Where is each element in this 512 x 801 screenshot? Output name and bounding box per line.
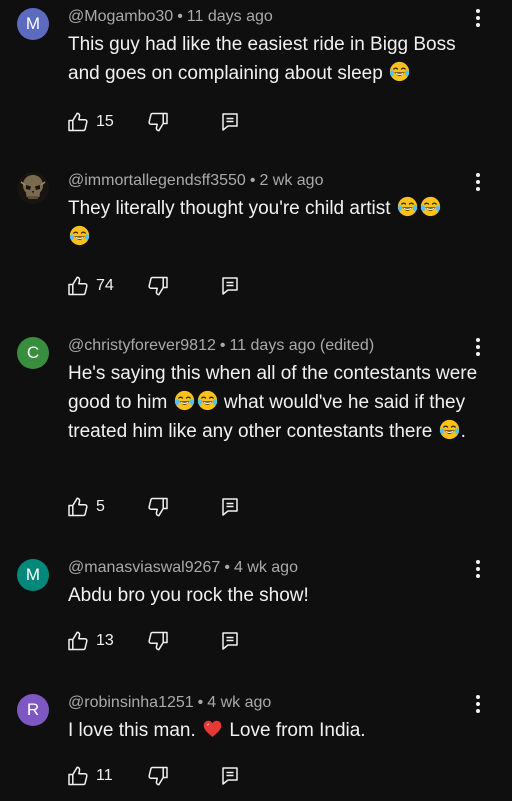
- timestamp[interactable]: 4 wk ago: [234, 559, 298, 576]
- like-button[interactable]: 74: [66, 274, 114, 298]
- more-vert-icon[interactable]: [468, 690, 488, 718]
- reply-icon: [222, 113, 238, 131]
- reply-icon: [222, 632, 238, 650]
- comment-text: He's saying this when all of the contest…: [68, 363, 478, 442]
- reply-button[interactable]: [218, 495, 242, 524]
- thumbs-up-icon: [68, 631, 88, 651]
- thumbs-up-icon: [68, 497, 88, 517]
- separator: •: [249, 172, 256, 189]
- dislike-button[interactable]: [146, 629, 170, 658]
- comment-actions: 74: [66, 274, 266, 300]
- comment-meta: @christyforever9812 • 11 days ago (edited): [68, 337, 374, 355]
- comment-text: I love this man. Love from India.: [68, 720, 366, 741]
- dislike-button[interactable]: [146, 495, 170, 524]
- comment-actions: 15: [66, 110, 266, 136]
- face-with-tears-of-joy-emoji: [389, 61, 410, 82]
- thumbs-down-icon: [148, 112, 168, 132]
- username[interactable]: @christyforever9812: [68, 337, 216, 354]
- comment-meta: @manasviaswal9267 • 4 wk ago: [68, 559, 298, 577]
- dislike-button[interactable]: [146, 110, 170, 139]
- face-with-tears-of-joy-emoji: [197, 390, 217, 411]
- thumbs-down-icon: [148, 497, 168, 517]
- timestamp[interactable]: 4 wk ago: [207, 694, 271, 711]
- separator: •: [224, 559, 230, 576]
- reply-icon: [222, 277, 238, 295]
- skull-avatar-icon: [17, 172, 49, 204]
- comment-actions: 11: [66, 764, 266, 790]
- reply-button[interactable]: [218, 110, 242, 139]
- thumbs-down-icon: [148, 276, 168, 296]
- comment-meta: @robinsinha1251 • 4 wk ago: [68, 694, 271, 712]
- face-with-tears-of-joy-emoji: [439, 419, 459, 440]
- reply-button[interactable]: [218, 629, 242, 658]
- comment-text: This guy had like the easiest ride in Bi…: [68, 34, 456, 84]
- username[interactable]: @Mogambo30: [68, 8, 173, 25]
- comment-text: They literally thought you're child arti…: [68, 194, 478, 252]
- dislike-button[interactable]: [146, 274, 170, 303]
- timestamp[interactable]: 2 wk ago: [259, 172, 323, 189]
- like-button[interactable]: 11: [66, 764, 113, 788]
- reply-icon: [222, 767, 238, 785]
- like-button[interactable]: 13: [66, 629, 114, 653]
- thumbs-up-icon: [68, 766, 88, 786]
- avatar[interactable]: R: [17, 694, 49, 726]
- comment-actions: 13: [66, 629, 266, 655]
- more-vert-icon[interactable]: [468, 4, 488, 32]
- separator: •: [177, 8, 183, 25]
- avatar[interactable]: C: [17, 337, 49, 369]
- username[interactable]: @robinsinha1251: [68, 694, 194, 711]
- like-button[interactable]: 5: [66, 495, 105, 519]
- like-count: 74: [96, 277, 114, 294]
- comment-meta: @immortallegendsff3550 • 2 wk ago: [68, 172, 323, 190]
- avatar[interactable]: [17, 172, 49, 204]
- like-button[interactable]: 15: [66, 110, 114, 134]
- like-count: 11: [96, 767, 113, 784]
- thumbs-up-icon: [68, 112, 88, 132]
- reply-button[interactable]: [218, 274, 242, 303]
- separator: •: [219, 337, 226, 354]
- more-vert-icon[interactable]: [468, 333, 488, 361]
- thumbs-down-icon: [148, 631, 168, 651]
- comment-meta: @Mogambo30 • 11 days ago: [68, 8, 273, 26]
- avatar[interactable]: M: [17, 559, 49, 591]
- avatar[interactable]: M: [17, 8, 49, 40]
- timestamp[interactable]: 11 days ago (edited): [229, 337, 374, 354]
- like-count: 15: [96, 113, 114, 130]
- like-count: 5: [96, 498, 105, 515]
- thumbs-up-icon: [68, 276, 88, 296]
- comment-actions: 5: [66, 495, 266, 521]
- face-with-tears-of-joy-emoji: [420, 196, 440, 217]
- face-with-tears-of-joy-emoji: [397, 196, 417, 217]
- red-heart-emoji: [203, 720, 222, 737]
- separator: •: [197, 694, 204, 711]
- username[interactable]: @manasviaswal9267: [68, 559, 220, 576]
- like-count: 13: [96, 632, 114, 649]
- more-vert-icon[interactable]: [468, 555, 488, 583]
- dislike-button[interactable]: [146, 764, 170, 793]
- more-vert-icon[interactable]: [468, 168, 488, 196]
- timestamp[interactable]: 11 days ago: [187, 8, 273, 25]
- thumbs-down-icon: [148, 766, 168, 786]
- comment-text: Abdu bro you rock the show!: [68, 585, 309, 606]
- username[interactable]: @immortallegendsff3550: [68, 172, 246, 189]
- reply-icon: [222, 498, 238, 516]
- face-with-tears-of-joy-emoji: [174, 390, 194, 411]
- face-with-tears-of-joy-emoji: [69, 225, 90, 246]
- reply-button[interactable]: [218, 764, 242, 793]
